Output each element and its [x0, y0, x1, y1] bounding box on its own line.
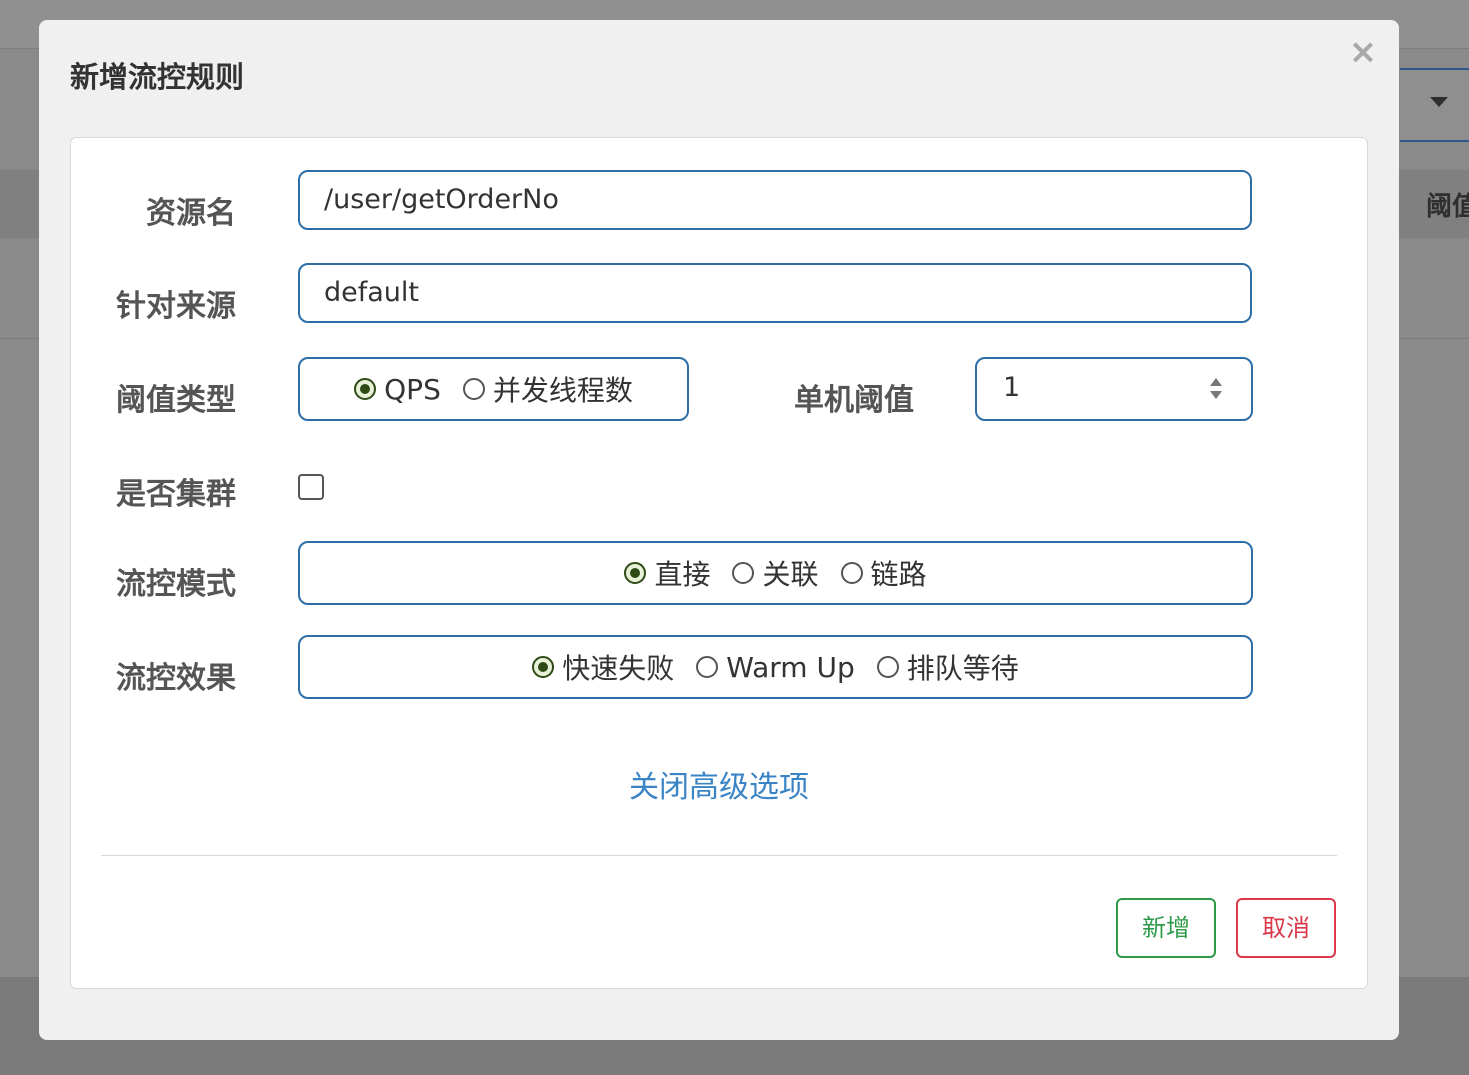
resource-label: 资源名 — [146, 196, 236, 231]
radio-associated-label: 关联 — [762, 558, 819, 591]
radio-checked-icon — [354, 378, 377, 400]
caret-down-icon — [1430, 97, 1448, 107]
form-panel: 资源名 /user/getOrderNo 针对来源 default 阈值类型 Q… — [70, 137, 1368, 989]
single-threshold-value: 1 — [1003, 372, 1021, 403]
spin-up-icon[interactable] — [1210, 378, 1222, 386]
radio-direct[interactable]: 直接 — [624, 553, 710, 593]
radio-qps[interactable]: QPS — [354, 373, 441, 406]
radio-queue-label: 排队等待 — [906, 652, 1019, 685]
source-label: 针对来源 — [116, 289, 236, 324]
radio-qps-label: QPS — [384, 372, 441, 406]
radio-concurrent-threads[interactable]: 并发线程数 — [462, 369, 633, 409]
radio-fail-fast[interactable]: 快速失败 — [532, 647, 674, 687]
radio-checked-icon — [624, 562, 647, 584]
background-column-header: 阈值 — [1426, 192, 1469, 222]
radio-unchecked-icon — [696, 656, 719, 678]
dialog-title: 新增流控规则 — [70, 60, 245, 94]
radio-fail-fast-label: 快速失败 — [562, 652, 675, 685]
single-threshold-input[interactable]: 1 — [975, 357, 1253, 421]
single-threshold-label: 单机阈值 — [794, 383, 914, 418]
flow-mode-label: 流控模式 — [116, 567, 236, 602]
add-button[interactable]: 新增 — [1116, 898, 1216, 958]
radio-queue[interactable]: 排队等待 — [876, 647, 1019, 687]
radio-chain-label: 链路 — [870, 558, 927, 591]
flow-effect-label: 流控效果 — [116, 661, 236, 696]
radio-unchecked-icon — [732, 562, 755, 584]
close-advanced-options-link[interactable]: 关闭高级选项 — [71, 762, 1367, 806]
source-input[interactable]: default — [298, 263, 1252, 323]
cluster-label: 是否集群 — [116, 477, 236, 512]
radio-warm-up[interactable]: Warm Up — [696, 651, 855, 684]
radio-unchecked-icon — [462, 378, 485, 400]
spin-down-icon[interactable] — [1210, 391, 1222, 399]
radio-direct-label: 直接 — [654, 558, 711, 591]
flow-effect-group: 快速失败 Warm Up 排队等待 — [298, 635, 1253, 699]
resource-input[interactable]: /user/getOrderNo — [298, 170, 1252, 230]
radio-associated[interactable]: 关联 — [732, 553, 819, 593]
close-icon[interactable]: × — [1347, 34, 1379, 70]
radio-unchecked-icon — [876, 656, 899, 678]
radio-chain[interactable]: 链路 — [840, 553, 927, 593]
cancel-button[interactable]: 取消 — [1236, 898, 1336, 958]
radio-concurrent-threads-label: 并发线程数 — [492, 374, 633, 407]
number-spinner-icon[interactable] — [1207, 375, 1225, 403]
flow-mode-group: 直接 关联 链路 — [298, 541, 1253, 605]
radio-warm-up-label: Warm Up — [726, 650, 855, 684]
radio-unchecked-icon — [840, 562, 863, 584]
threshold-type-label: 阈值类型 — [116, 383, 236, 418]
radio-checked-icon — [532, 656, 555, 678]
cluster-checkbox[interactable] — [298, 474, 324, 500]
add-flow-rule-dialog: 新增流控规则 × 资源名 /user/getOrderNo 针对来源 defau… — [39, 20, 1399, 1040]
footer-divider — [101, 855, 1337, 856]
threshold-type-group: QPS 并发线程数 — [298, 357, 689, 421]
